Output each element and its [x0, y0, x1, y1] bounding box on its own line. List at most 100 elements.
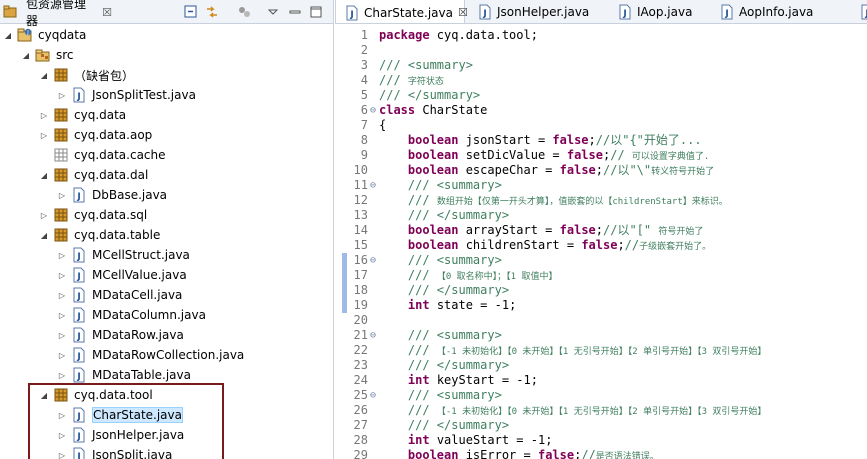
line-number: 1: [360, 28, 368, 42]
svg-text:J: J: [76, 352, 80, 362]
fold-toggle-icon[interactable]: ⊖: [368, 103, 378, 118]
collapsed-twisty-icon[interactable]: ▷: [56, 305, 68, 325]
code-keyword: boolean: [407, 163, 459, 177]
line-number: 9: [360, 148, 368, 162]
line-number: 18: [353, 283, 368, 297]
collapse-all-icon[interactable]: [183, 4, 199, 20]
tree-item-file[interactable]: ▷ J MDataRowCollection.java: [56, 345, 244, 365]
code-comment: 【0 取名称中】；【1 取值中】: [436, 272, 558, 282]
line-number: 19: [353, 298, 368, 312]
code-text: int valueStart = -1;: [379, 433, 553, 448]
tree-item-package[interactable]: ▷ cyq.data: [38, 105, 126, 125]
tree-item-file[interactable]: ▷ J MDataColumn.java: [56, 305, 206, 325]
code-line: 15 boolean childrenStart = false;//子级嵌套开…: [335, 238, 867, 253]
java-file-icon: J: [71, 327, 87, 343]
code-area[interactable]: 1 package cyq.data.tool; 2 3 /// <summary> 4 /…: [335, 25, 867, 459]
svg-text:J: J: [724, 9, 728, 19]
collapsed-twisty-icon[interactable]: ▷: [56, 365, 68, 385]
tree-item-file[interactable]: ▷ J DbBase.java: [56, 185, 167, 205]
code-line: 29 boolean isError = false;//是否语法错误。: [335, 448, 867, 459]
editor-tab[interactable]: J IAop.java: [609, 0, 692, 23]
expanded-twisty-icon[interactable]: ◢: [2, 25, 14, 45]
tree-item-package[interactable]: ◢ （缺省包）: [38, 65, 134, 85]
expanded-twisty-icon[interactable]: ◢: [38, 225, 50, 245]
fold-toggle-icon[interactable]: ⊖: [368, 253, 378, 268]
tree-item-package[interactable]: ◢ src: [20, 45, 74, 65]
line-number: 2: [360, 43, 368, 57]
expanded-twisty-icon[interactable]: ◢: [20, 45, 32, 65]
code-token: escapeChar =: [458, 163, 560, 177]
close-icon[interactable]: ☒: [102, 6, 112, 19]
collapsed-twisty-icon[interactable]: ▷: [38, 105, 50, 125]
code-keyword: boolean: [407, 223, 459, 237]
tree-item-file[interactable]: ▷ J MDataRow.java: [56, 325, 184, 345]
tree-item-package[interactable]: ◢ cyq.data.table: [38, 225, 160, 245]
fold-toggle-icon[interactable]: ⊖: [368, 328, 378, 343]
collapsed-twisty-icon[interactable]: ▷: [38, 205, 50, 225]
editor-tab[interactable]: JA: [851, 0, 867, 23]
tree-item-file[interactable]: ▷ J MCellStruct.java: [56, 245, 190, 265]
code-line: 19 int state = -1;: [335, 298, 867, 313]
explorer-tab[interactable]: 包资源管理器 ☒: [0, 0, 112, 28]
expanded-twisty-icon[interactable]: ◢: [38, 65, 50, 85]
collapsed-twisty-icon[interactable]: ▷: [56, 345, 68, 365]
collapsed-twisty-icon[interactable]: ▷: [56, 185, 68, 205]
tree-item-package[interactable]: ▷ cyq.data.sql: [38, 205, 147, 225]
tree-item-file[interactable]: ▷ J JsonSplitTest.java: [56, 85, 196, 105]
java-file-icon: J: [617, 4, 633, 20]
line-number: 8: [360, 133, 368, 147]
collapsed-twisty-icon[interactable]: ▷: [56, 85, 68, 105]
code-comment: //: [624, 238, 640, 252]
tree-item-file[interactable]: ▷ J MDataTable.java: [56, 365, 191, 385]
editor-tab[interactable]: J AopInfo.java: [711, 0, 813, 23]
tree-item-label: MDataRowCollection.java: [92, 348, 245, 362]
tree-item-package[interactable]: ◢ Jcyqdata: [2, 25, 86, 45]
tree-item-file[interactable]: ▷ J MCellValue.java: [56, 265, 187, 285]
minimize-icon[interactable]: [287, 4, 303, 20]
collapsed-twisty-icon[interactable]: ▷: [56, 325, 68, 345]
code-text: /// <summary>: [379, 58, 473, 73]
tree-item-label: MDataTable.java: [92, 368, 191, 382]
view-menu-icon[interactable]: [265, 4, 281, 20]
collapsed-twisty-icon[interactable]: ▷: [56, 285, 68, 305]
code-token: childrenStart =: [458, 238, 582, 252]
line-number: 29: [353, 448, 368, 459]
focus-icon[interactable]: [236, 4, 252, 20]
maximize-icon[interactable]: [308, 4, 324, 20]
code-line: 25 ⊖ /// <summary>: [335, 388, 867, 403]
editor-tab[interactable]: J JsonHelper.java: [469, 0, 589, 23]
code-line: 7{: [335, 118, 867, 133]
collapsed-twisty-icon[interactable]: ▷: [38, 125, 50, 145]
code-line: 5 /// </summary>: [335, 88, 867, 103]
tree-item-label: src: [56, 48, 74, 62]
link-with-editor-icon[interactable]: [204, 4, 220, 20]
code-line: 12 /// 数组开始【仅第一开头才算】，值嵌套的以【childrenStart…: [335, 193, 867, 208]
explorer-tab-bar: 包资源管理器 ☒: [0, 0, 333, 28]
line-number: 13: [353, 208, 368, 222]
line-number: 3: [360, 58, 368, 72]
collapsed-twisty-icon[interactable]: ▷: [56, 265, 68, 285]
code-line: 26 /// 【-1 未初始化】【0 未开始】【1 无引号开始】【2 单引号开始…: [335, 403, 867, 418]
line-number: 23: [353, 358, 368, 372]
tree-item-package[interactable]: ▷ cyq.data.aop: [38, 125, 152, 145]
code-keyword: package: [379, 28, 430, 42]
code-comment: ///: [407, 193, 437, 207]
tree-item-file[interactable]: ▷ J MDataCell.java: [56, 285, 182, 305]
fold-toggle-icon[interactable]: ⊖: [368, 388, 378, 403]
close-tab-icon[interactable]: ☒: [458, 6, 468, 19]
expanded-twisty-icon[interactable]: ◢: [38, 165, 50, 185]
fold-toggle-icon[interactable]: ⊖: [368, 178, 378, 193]
editor-tab[interactable]: J CharState.java ☒: [335, 0, 468, 23]
code-text: int keyStart = -1;: [379, 373, 538, 388]
tree-item-package[interactable]: cyq.data.cache: [38, 145, 166, 165]
svg-text:J: J: [76, 92, 80, 102]
tree-item-package[interactable]: ◢ cyq.data.dal: [38, 165, 148, 185]
collapsed-twisty-icon[interactable]: ▷: [56, 245, 68, 265]
code-token: valueStart = -1;: [429, 433, 553, 447]
line-number: 16: [353, 253, 368, 267]
code-line: 14 boolean arrayStart = false;//以"[" 符号开…: [335, 223, 867, 238]
code-token: jsonStart =: [458, 133, 553, 147]
tree-item-label: （缺省包）: [74, 68, 135, 83]
